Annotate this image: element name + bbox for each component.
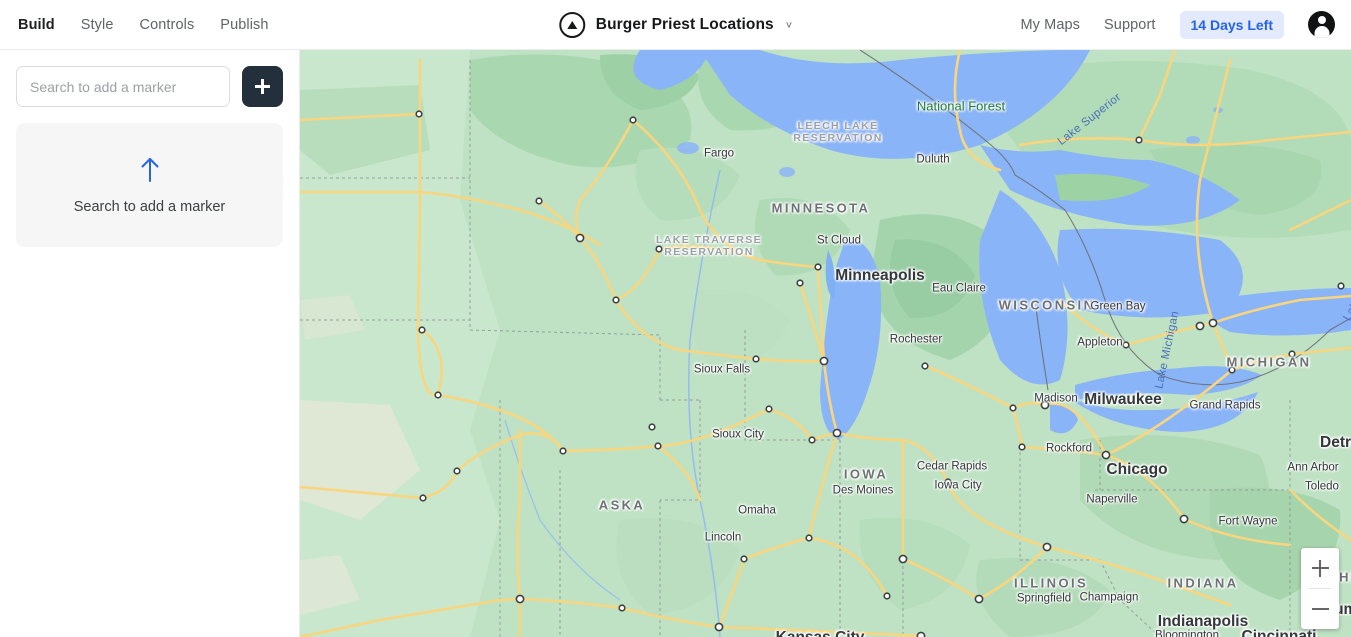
- sidebar: Search to add a marker: [0, 50, 300, 637]
- map-city-label-minor: Fargo: [703, 147, 735, 160]
- map-city-label-minor: Duluth: [916, 153, 950, 166]
- nav-my-maps[interactable]: My Maps: [1021, 17, 1081, 33]
- map-city-label-minor: Grand Rapids: [1189, 399, 1261, 412]
- map-reservation-label: LAKE TRAVERSE RESERVATION: [655, 233, 763, 258]
- map-city-label-major: Minneapolis: [835, 267, 925, 285]
- search-input[interactable]: [16, 66, 230, 107]
- map-city-label-major: Indianapolis: [1157, 613, 1249, 631]
- map-city-label-minor: Omaha: [738, 504, 776, 517]
- map-city-label-minor: Des Moines: [832, 484, 894, 497]
- map-title-dropdown[interactable]: Burger Priest Locations ˅: [558, 0, 793, 50]
- body: Search to add a marker Search to add a m…: [0, 50, 1351, 637]
- zoom-out-button[interactable]: [1301, 589, 1339, 629]
- map-city-label-minor: Iowa City: [934, 479, 982, 492]
- account-avatar-icon[interactable]: [1308, 11, 1335, 38]
- add-marker-button[interactable]: [242, 66, 283, 107]
- plus-icon: [255, 79, 270, 94]
- map-state-label: WISCONSIN: [998, 297, 1096, 313]
- map-city-label-minor: Toledo: [1305, 480, 1339, 493]
- map-city-label-minor: Springfield: [1016, 592, 1072, 605]
- app-root: Build Style Controls Publish Burger Prie…: [0, 0, 1351, 637]
- nav-tab-style[interactable]: Style: [81, 17, 114, 33]
- map-city-label-major: Kansas City: [776, 629, 865, 637]
- top-bar: Build Style Controls Publish Burger Prie…: [0, 0, 1351, 50]
- zoom-controls: [1301, 548, 1339, 629]
- nav-tab-build[interactable]: Build: [18, 17, 55, 33]
- trial-days-left-badge[interactable]: 14 Days Left: [1179, 10, 1284, 39]
- map-state-label: MICHIGAN: [1226, 354, 1312, 370]
- map-state-label: ILLINOIS: [1013, 575, 1089, 591]
- chevron-down-icon: ˅: [785, 20, 793, 32]
- map-city-label-major: Detroit: [1320, 434, 1351, 452]
- map-water-label: Lake Huron: [1341, 294, 1351, 324]
- map-city-label-minor: Bloomington: [1155, 629, 1219, 637]
- page-title: Burger Priest Locations: [595, 16, 774, 33]
- map-city-label-minor: Eau Claire: [932, 282, 986, 295]
- map-viewport[interactable]: MINNESOTA WISCONSIN MICHIGAN IOWA ILLINOIS IN…: [300, 50, 1351, 637]
- map-city-label-minor: Appleton: [1077, 336, 1123, 349]
- empty-state-text: Search to add a marker: [73, 198, 226, 215]
- map-city-label-minor: Naperville: [1086, 493, 1138, 506]
- map-city-label-minor: Madison: [1034, 392, 1078, 405]
- zoom-in-button[interactable]: [1301, 548, 1339, 588]
- map-city-label-major: Chicago: [1106, 461, 1168, 479]
- map-state-label: IOWA: [843, 466, 889, 482]
- map-reservation-label: LEECH LAKE RESERVATION: [793, 119, 883, 144]
- map-state-label: MINNESOTA: [771, 200, 871, 216]
- primary-nav: Build Style Controls Publish: [18, 17, 269, 33]
- map-city-label-minor: Champaign: [1079, 591, 1139, 604]
- map-city-label-major: Cincinnati: [1241, 628, 1317, 637]
- nav-support[interactable]: Support: [1104, 17, 1156, 33]
- circle-triangle-up-icon: [558, 12, 585, 38]
- map-city-label-minor: St Cloud: [816, 234, 862, 247]
- map-city-label-minor: Ann Arbor: [1287, 461, 1339, 474]
- map-labels: MINNESOTA WISCONSIN MICHIGAN IOWA ILLINOIS IN…: [300, 50, 1351, 637]
- map-city-label-minor: Lincoln: [704, 531, 742, 544]
- map-park-label: National Forest: [916, 98, 1006, 114]
- empty-state-card: Search to add a marker: [16, 123, 283, 247]
- arrow-up-icon: [139, 156, 161, 182]
- map-city-label-minor: Rockford: [1045, 442, 1093, 455]
- nav-tab-controls[interactable]: Controls: [140, 17, 195, 33]
- map-canvas[interactable]: MINNESOTA WISCONSIN MICHIGAN IOWA ILLINOIS IN…: [300, 50, 1351, 637]
- map-city-label-minor: Sioux City: [712, 428, 764, 441]
- map-water-label: Lake Superior: [1055, 91, 1124, 148]
- secondary-nav: My Maps Support 14 Days Left: [1021, 10, 1335, 39]
- map-city-label-minor: Green Bay: [1090, 300, 1146, 313]
- map-state-label: ASKA: [598, 497, 646, 513]
- map-city-label-minor: Fort Wayne: [1218, 515, 1278, 528]
- marker-search-row: [16, 66, 283, 107]
- map-city-label-minor: Sioux Falls: [693, 363, 751, 376]
- map-city-label-minor: Rochester: [889, 333, 943, 346]
- map-water-label: Lake Michigan: [1153, 309, 1182, 390]
- map-city-label-minor: Cedar Rapids: [916, 460, 988, 473]
- nav-tab-publish[interactable]: Publish: [220, 17, 268, 33]
- map-city-label-major: Milwaukee: [1084, 391, 1162, 409]
- map-state-label: INDIANA: [1167, 575, 1239, 591]
